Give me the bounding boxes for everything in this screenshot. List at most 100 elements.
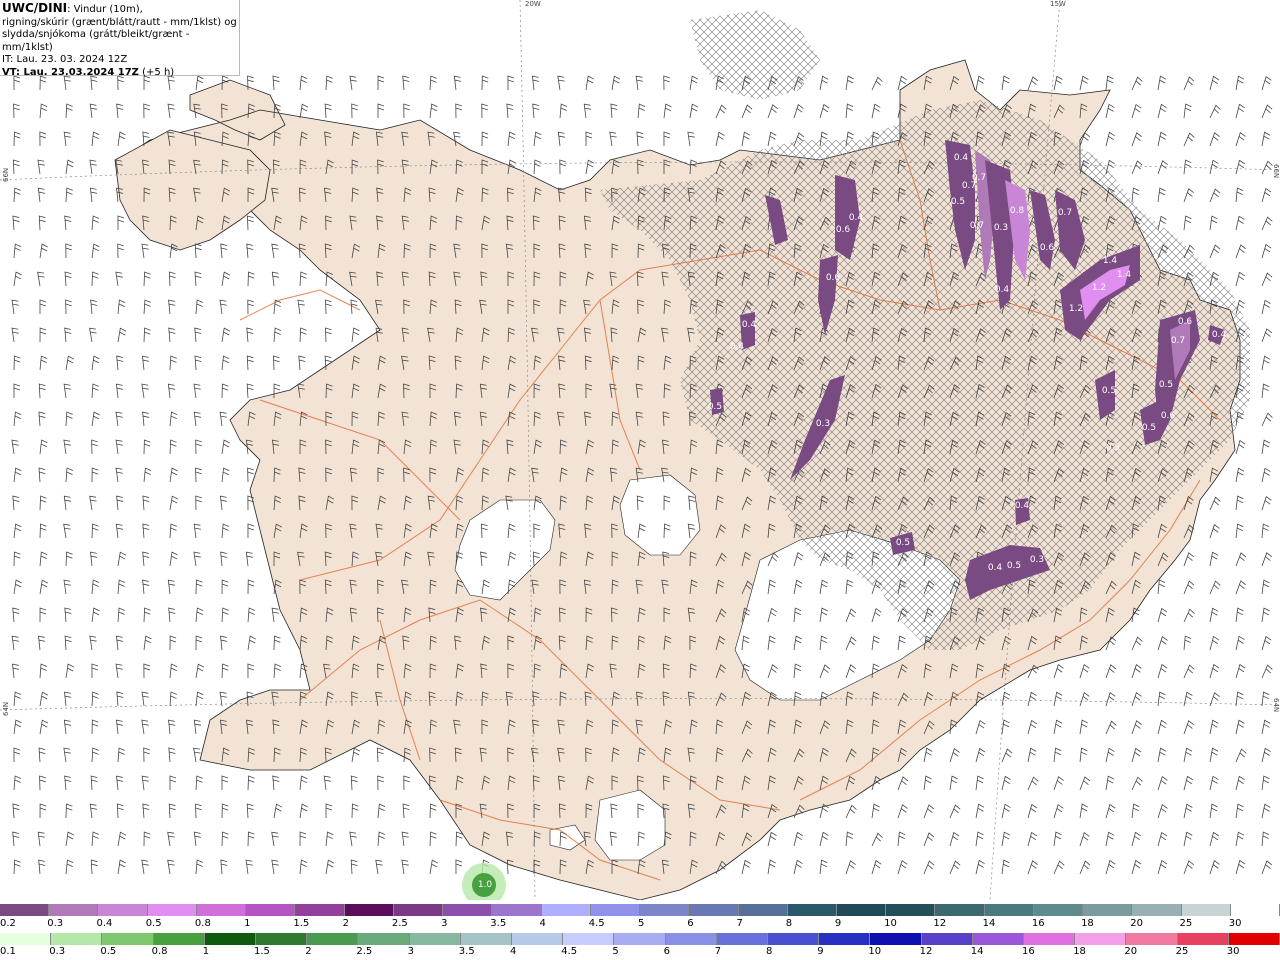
legend-tick-label: 1	[202, 946, 210, 957]
precip-value-label: 1.2	[1069, 304, 1083, 314]
legend-tick-label: 18	[1081, 918, 1094, 929]
precip-value-label: 0.3	[816, 419, 830, 429]
legend-swatch	[716, 933, 769, 945]
precip-value-label: 1.4	[1103, 256, 1118, 266]
precip-value-label: 0.4	[742, 320, 757, 330]
precip-value-label: 0.5	[951, 197, 965, 207]
legend-swatch	[492, 904, 542, 916]
legend-swatch	[344, 904, 394, 916]
legend-tick-label: 0.8	[194, 918, 211, 929]
legend-swatch	[689, 904, 739, 916]
legend-swatch	[563, 933, 615, 945]
legend-tick-label: 5	[612, 946, 619, 957]
legend-swatch	[1228, 933, 1280, 945]
legend-tick-label: 0.2	[0, 918, 16, 929]
valid-time: VT: Lau. 23.03.2024 17Z	[2, 66, 139, 78]
legend-swatch	[49, 904, 99, 916]
model-name: UWC/DINI	[2, 1, 68, 15]
product-desc-line2: rigning/skúrir (grænt/blátt/rautt - mm/1…	[2, 16, 237, 28]
precip-value-label: 0.3	[994, 223, 1008, 233]
precip-value-label: 0.4	[849, 213, 864, 223]
legend-tick-label: 20	[1130, 918, 1144, 929]
precip-value-label: 0.5	[1106, 443, 1120, 453]
legend-swatch	[147, 904, 197, 916]
legend-swatch	[1132, 904, 1182, 916]
legend-swatch	[51, 933, 103, 945]
legend-tick-label: 0.3	[49, 946, 66, 957]
legend-swatch	[640, 904, 690, 916]
lat-label-64n-right: 64N	[1272, 698, 1280, 713]
legend-tick-label: 25	[1175, 946, 1189, 957]
legend-tick-label: 1.5	[293, 918, 310, 929]
legend-tick-label: 9	[834, 918, 842, 929]
legend-tick-label: 2	[305, 946, 312, 957]
legend-snow-labels: 0.2 0.3 0.4 0.5 0.8 1 1.5 2 2.5 3 3.5 4 4.5 5 6 7 8 9 10 12…	[0, 918, 1280, 930]
legend-swatch	[0, 933, 52, 945]
precip-value-label: 0.4	[730, 342, 745, 352]
product-desc: : Vindur (10m),	[67, 4, 143, 15]
lat-label-66n-right: 66N	[1272, 164, 1280, 179]
legend-tick-label: 6	[663, 946, 670, 957]
legend-swatch	[1075, 933, 1127, 945]
legend-tick-label: 6	[687, 918, 694, 929]
lon-label-20w: 20W	[525, 0, 541, 8]
legend-swatch	[1024, 933, 1076, 945]
precip-value-label: 0.7	[1171, 336, 1185, 346]
legend-swatch	[0, 904, 50, 916]
precip-value-label: 0.4	[988, 563, 1003, 573]
legend-tick-label: 1.5	[254, 946, 270, 957]
legend-swatch	[443, 904, 493, 916]
legend-tick-label: 16	[1022, 946, 1035, 957]
weather-map: 0.4 0.7 0.7 0.5 0.8 0.7 0.3 0.7 0.4 0.6 0.6 0.4 1.4 1…	[0, 0, 1280, 900]
init-time: IT: Lau. 23. 03. 2024 12Z	[2, 54, 128, 65]
precip-value-label: 0.6	[1161, 411, 1176, 421]
legend-tick-label: 0.8	[151, 946, 168, 957]
legend-swatch	[512, 933, 564, 945]
legend-swatch	[590, 904, 641, 916]
legend-tick-label: 5	[638, 918, 645, 929]
legend-swatch	[246, 904, 296, 916]
precip-value-label: 0.5	[1159, 380, 1173, 390]
map-info-box: UWC/DINI: Vindur (10m), rigning/skúrir (…	[0, 0, 240, 78]
legend-tick-label: 7	[736, 918, 743, 929]
legend-swatch	[460, 933, 513, 945]
legend-tick-label: 18	[1073, 946, 1086, 957]
legend-swatch	[1177, 933, 1229, 945]
legend-tick-label: 2.5	[391, 918, 408, 929]
precip-value-label: 0.5	[1007, 561, 1021, 571]
legend-rain-colorbar	[0, 933, 1280, 945]
lon-label-15w: 15W	[1050, 0, 1066, 8]
precip-value-label: 0.4	[1015, 501, 1030, 511]
legend-rain-labels: 0.1 0.3 0.5 0.8 1 1.5 2 2.5 3 3.5 4 4.5 5 6 7 8 9 10 12 14 1…	[0, 946, 1280, 958]
legend-tick-label: 3.5	[490, 918, 507, 929]
precip-value-label: 0.5	[708, 402, 722, 412]
precip-value-label: 0.7	[962, 181, 976, 191]
legend-tick-label: 4.5	[588, 918, 605, 929]
legend-tick-label: 0.5	[100, 946, 117, 957]
precip-value-label: 0.7	[1058, 208, 1072, 218]
precip-value-label: 0.4	[954, 153, 969, 163]
legend-tick-label: 2	[342, 918, 349, 929]
product-desc-line3: slydda/snjókoma (grátt/bleikt/grænt - mm…	[2, 29, 190, 53]
legend-swatch	[409, 933, 461, 945]
legend-tick-label: 10	[868, 946, 882, 957]
legend-tick-label: 4	[510, 946, 517, 957]
precip-value-label: 0.4	[1212, 330, 1227, 340]
legend-swatch	[819, 933, 871, 945]
legend-swatch	[768, 933, 820, 945]
lat-label-66n-left: 66N	[2, 167, 10, 182]
legend-tick-label: 12	[933, 918, 947, 929]
legend-tick-label: 3.5	[458, 946, 475, 957]
legend-tick-label: 0.1	[0, 946, 16, 957]
legend-swatch	[358, 933, 410, 945]
legend-swatch	[787, 904, 837, 916]
legend-tick-label: 20	[1124, 946, 1138, 957]
legend-tick-label: 30	[1228, 918, 1242, 929]
legend-swatch	[614, 933, 666, 945]
legend-swatch	[984, 904, 1034, 916]
precip-value-label: 0.5	[1102, 386, 1116, 396]
legend-tick-label: 8	[785, 918, 793, 929]
forecast-offset: (+5 h)	[138, 66, 175, 78]
legend-tick-label: 2.5	[356, 946, 373, 957]
legend-tick-label: 12	[919, 946, 933, 957]
